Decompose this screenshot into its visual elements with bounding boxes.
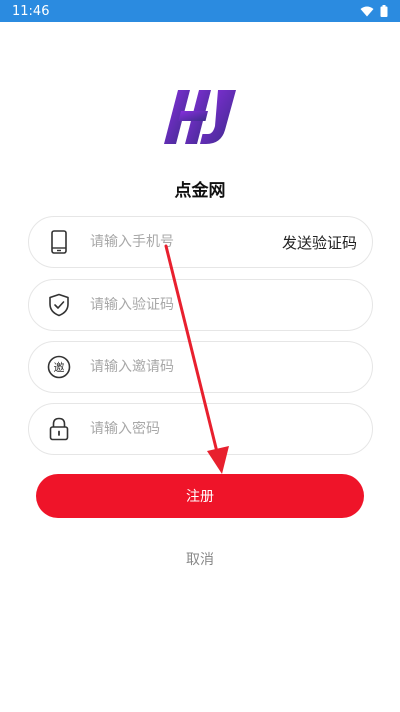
status-time: 11:46: [12, 3, 50, 19]
invite-icon: 邀: [47, 355, 71, 379]
invite-field: 邀: [28, 341, 373, 393]
wifi-icon: [360, 6, 374, 16]
phone-field: 发送验证码: [28, 216, 373, 268]
battery-icon: [380, 5, 388, 17]
app-name: 点金网: [174, 181, 226, 201]
shield-check-icon: [47, 293, 71, 317]
status-icons: [360, 5, 388, 17]
send-code-button[interactable]: 发送验证码: [282, 232, 357, 253]
lock-icon: [47, 417, 71, 441]
svg-text:邀: 邀: [54, 360, 65, 374]
password-input[interactable]: [90, 421, 372, 437]
app-logo: [164, 90, 236, 144]
code-input[interactable]: [90, 297, 372, 313]
password-field: [28, 403, 373, 455]
register-button[interactable]: 注册: [36, 474, 364, 518]
status-bar: 11:46: [0, 0, 400, 22]
phone-input[interactable]: [90, 234, 282, 250]
code-field: [28, 279, 373, 331]
cancel-button[interactable]: 取消: [0, 549, 400, 569]
invite-input[interactable]: [90, 359, 372, 375]
phone-icon: [47, 230, 71, 254]
